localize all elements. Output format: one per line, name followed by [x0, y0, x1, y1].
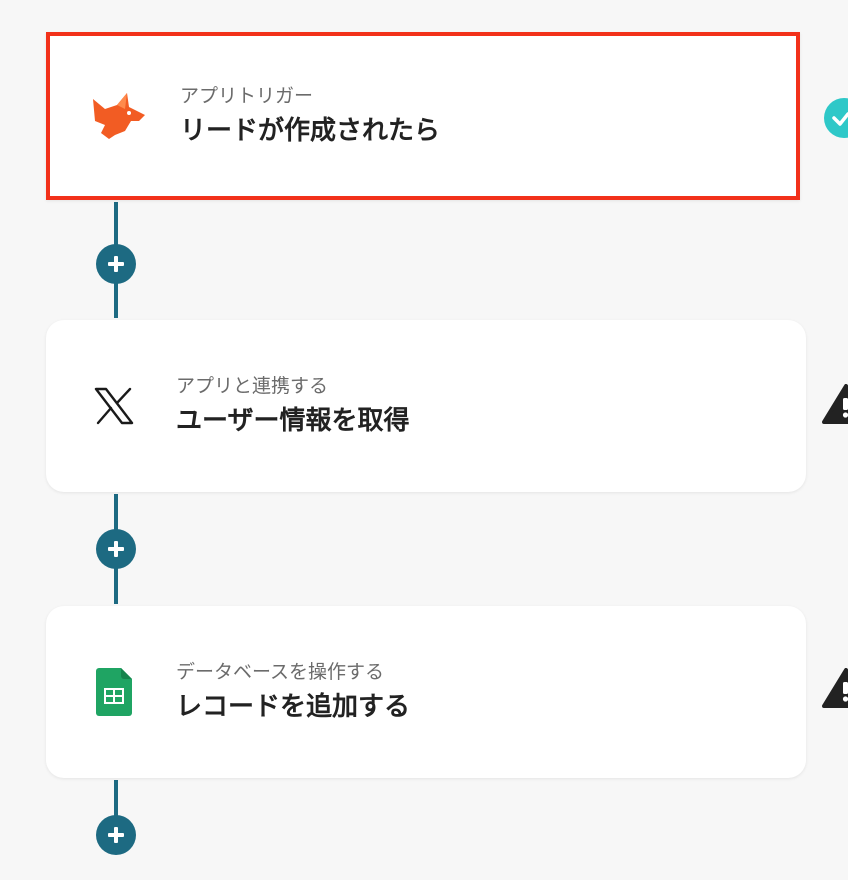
- x-logo-icon: [82, 374, 146, 438]
- success-check-icon: [822, 98, 848, 138]
- plus-icon: [108, 541, 124, 557]
- step-card-x-user-info[interactable]: アプリと連携する ユーザー情報を取得: [46, 320, 806, 492]
- warning-icon: [822, 668, 848, 708]
- google-sheets-icon: [82, 660, 146, 724]
- fox-logo-icon: [86, 84, 150, 148]
- step-subtitle: アプリと連携する: [176, 375, 329, 397]
- step-title: レコードを追加する: [176, 692, 411, 722]
- step-title: ユーザー情報を取得: [176, 406, 410, 436]
- step-card-text: データベースを操作する レコードを追加する: [176, 659, 410, 725]
- step-subtitle: データベースを操作する: [176, 661, 385, 683]
- step-card-sheets-record[interactable]: データベースを操作する レコードを追加する: [46, 606, 806, 778]
- step-title: リードが作成されたら: [180, 116, 441, 146]
- step-subtitle: アプリトリガー: [180, 85, 314, 107]
- step-card-trigger[interactable]: アプリトリガー リードが作成されたら: [46, 32, 800, 200]
- plus-icon: [108, 256, 124, 272]
- step-card-text: アプリトリガー リードが作成されたら: [180, 83, 440, 149]
- step-card-text: アプリと連携する ユーザー情報を取得: [176, 373, 409, 439]
- add-step-button[interactable]: [96, 529, 136, 569]
- plus-icon: [108, 827, 124, 843]
- warning-icon: [822, 384, 848, 424]
- add-step-button[interactable]: [96, 244, 136, 284]
- add-step-button[interactable]: [96, 815, 136, 855]
- workflow-canvas: アプリトリガー リードが作成されたら アプリと連携する ユーザー情報を取得 デー…: [0, 0, 848, 880]
